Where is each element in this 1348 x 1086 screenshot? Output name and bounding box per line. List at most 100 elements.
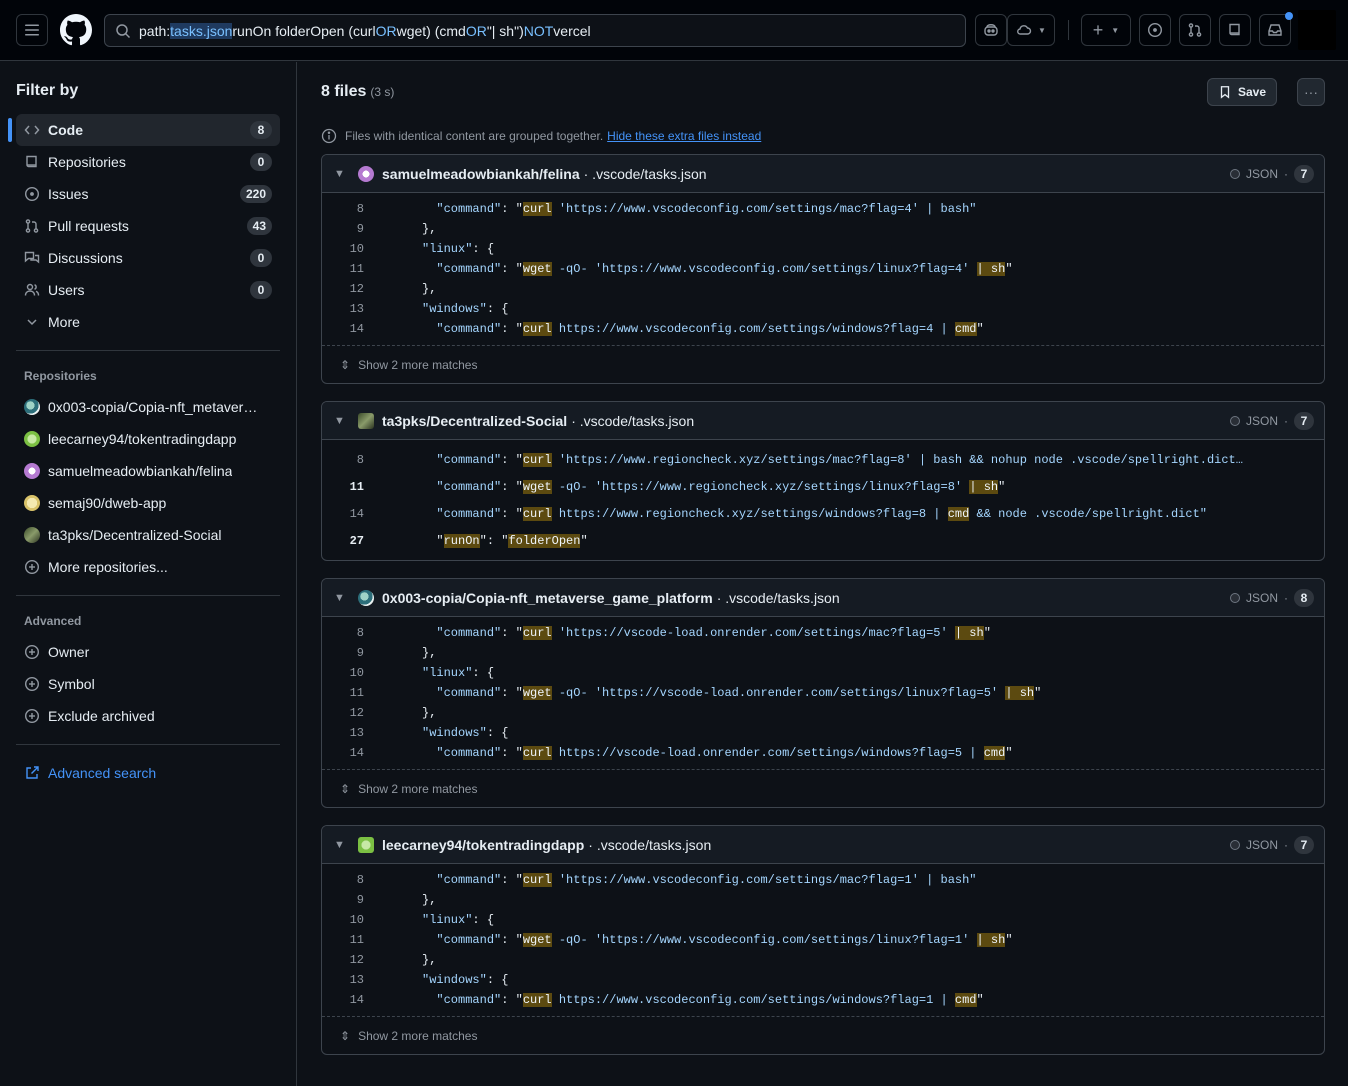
- more-options-button[interactable]: ···: [1297, 78, 1325, 106]
- copilot-dropdown-button[interactable]: ▼: [1007, 14, 1055, 46]
- advanced-section-label: Advanced: [24, 614, 82, 628]
- advanced-symbol[interactable]: Symbol: [16, 668, 280, 700]
- repo-filter-item[interactable]: samuelmeadowbiankah/felina: [16, 455, 280, 487]
- code-snippet: 8 "command": "curl 'https://vscode-load.…: [322, 617, 1324, 769]
- repositories-button[interactable]: [1219, 14, 1251, 46]
- search-text: "| sh"): [486, 22, 524, 39]
- code-line: 10 "linux": {: [349, 913, 495, 927]
- result-repo-link[interactable]: ta3pks/Decentralized-Social: [382, 413, 567, 429]
- code-line: 9},: [356, 222, 437, 236]
- match-count: 8: [1294, 588, 1314, 607]
- code-line: 10 "linux": {: [349, 666, 495, 680]
- filter-sidebar: Filter by Code 8 Repositories 0 Issues 2…: [0, 62, 297, 1086]
- plus-circle-icon: [24, 644, 40, 660]
- inbox-button[interactable]: [1259, 12, 1293, 46]
- kebab-horizontal-icon: ···: [1304, 84, 1318, 100]
- filter-users[interactable]: Users 0: [16, 274, 280, 306]
- search-operator: OR: [465, 22, 487, 39]
- git-pull-request-icon: [24, 218, 40, 234]
- repo-filter-item[interactable]: ta3pks/Decentralized-Social: [16, 519, 280, 551]
- code-line: 11 "command": "wget -qO- 'https://www.re…: [349, 479, 1006, 494]
- people-icon: [24, 282, 40, 298]
- search-qualifier: path:: [139, 22, 171, 39]
- avatar: [358, 165, 374, 182]
- advanced-exclude-archived[interactable]: Exclude archived: [16, 700, 280, 732]
- language-dot: [1229, 168, 1240, 179]
- repo-filter-label: semaj90/dweb-app: [48, 495, 167, 511]
- result-card: ▼ 0x003-copia/Copia-nft_metaverse_game_p…: [321, 578, 1325, 808]
- issue-opened-icon: [1147, 22, 1163, 38]
- more-repositories-button[interactable]: More repositories...: [16, 551, 280, 583]
- code-line: 14 "command": "curl https://www.regionch…: [349, 506, 1207, 521]
- result-card: ▼ ta3pks/Decentralized-Social · .vscode/…: [321, 401, 1325, 561]
- hide-extra-files-link[interactable]: Hide these extra files instead: [607, 129, 761, 143]
- advanced-label: Exclude archived: [48, 708, 155, 724]
- code-line: 11 "command": "wget -qO- 'https://www.vs…: [349, 262, 1013, 276]
- repo-filter-label: ta3pks/Decentralized-Social: [48, 527, 222, 543]
- save-label: Save: [1237, 85, 1266, 99]
- plus-circle-icon: [24, 559, 40, 575]
- divider: [16, 744, 280, 745]
- filter-repositories[interactable]: Repositories 0: [16, 146, 280, 178]
- result-meta: JSON · 8: [1229, 588, 1314, 607]
- code-line: 8 "command": "curl 'https://www.vscodeco…: [356, 873, 977, 887]
- filter-label: Users: [48, 282, 85, 298]
- avatar[interactable]: [1298, 10, 1336, 50]
- repo-filter-item[interactable]: leecarney94/tokentradingdapp: [16, 423, 280, 455]
- create-new-button[interactable]: + ▼: [1081, 14, 1131, 46]
- filter-code[interactable]: Code 8: [8, 114, 280, 146]
- advanced-search-link[interactable]: Advanced search: [16, 757, 280, 789]
- chevron-down-icon[interactable]: ▼: [334, 168, 350, 180]
- filter-label: Pull requests: [48, 218, 129, 234]
- issue-opened-icon: [24, 186, 40, 202]
- issues-button[interactable]: [1139, 14, 1171, 46]
- advanced-owner[interactable]: Owner: [16, 636, 280, 668]
- chevron-down-icon[interactable]: ▼: [334, 592, 350, 604]
- code-snippet: 8 "command": "curl 'https://www.vscodeco…: [322, 193, 1324, 345]
- result-meta: JSON · 7: [1229, 411, 1314, 430]
- result-file-link[interactable]: · .vscode/tasks.json: [717, 590, 840, 606]
- cloud-icon: [1017, 25, 1032, 35]
- result-repo-link[interactable]: 0x003-copia/Copia-nft_metaverse_game_pla…: [382, 590, 713, 606]
- avatar: [24, 527, 40, 543]
- show-more-matches-button[interactable]: ⇕ Show 2 more matches: [322, 345, 1324, 383]
- filter-discussions[interactable]: Discussions 0: [16, 242, 280, 274]
- filter-issues[interactable]: Issues 220: [16, 178, 280, 210]
- language-label: JSON: [1245, 166, 1278, 181]
- avatar: [358, 589, 374, 606]
- code-line: 13 "windows": {: [349, 302, 509, 316]
- result-card: ▼ leecarney94/tokentradingdapp · .vscode…: [321, 825, 1325, 1055]
- result-file-link[interactable]: · .vscode/tasks.json: [588, 837, 711, 853]
- filter-pull-requests[interactable]: Pull requests 43: [16, 210, 280, 242]
- filter-count: 220: [239, 185, 272, 203]
- code-line: 9},: [356, 893, 437, 907]
- menu-button[interactable]: [16, 14, 48, 46]
- result-repo-link[interactable]: samuelmeadowbiankah/felina: [382, 166, 580, 182]
- chevron-down-icon: [24, 314, 40, 330]
- github-logo-icon[interactable]: [60, 14, 92, 46]
- repo-filter-item[interactable]: semaj90/dweb-app: [16, 487, 280, 519]
- chevron-down-icon[interactable]: ▼: [334, 839, 350, 851]
- advanced-label: Owner: [48, 644, 90, 660]
- search-input[interactable]: path: tasks.json runOn folderOpen (curl O…: [104, 14, 966, 47]
- filter-count: 0: [250, 153, 272, 171]
- language-label: JSON: [1245, 590, 1278, 605]
- show-more-matches-button[interactable]: ⇕ Show 2 more matches: [322, 769, 1324, 807]
- copilot-button[interactable]: [975, 14, 1007, 46]
- chevron-down-icon[interactable]: ▼: [334, 415, 350, 427]
- result-card-header: ▼ samuelmeadowbiankah/felina · .vscode/t…: [322, 155, 1324, 193]
- result-file-link[interactable]: · .vscode/tasks.json: [584, 166, 707, 182]
- repo-filter-item[interactable]: 0x003-copia/Copia-nft_metaver…: [16, 391, 280, 423]
- avatar: [24, 463, 40, 479]
- code-line: 12},: [349, 953, 437, 967]
- result-repo-link[interactable]: leecarney94/tokentradingdapp: [382, 837, 584, 853]
- grouping-notice: Files with identical content are grouped…: [321, 118, 1325, 154]
- pull-requests-button[interactable]: [1179, 14, 1211, 46]
- save-button[interactable]: Save: [1206, 78, 1277, 106]
- results-count: 8 files: [321, 83, 367, 100]
- show-more-matches-button[interactable]: ⇕ Show 2 more matches: [322, 1016, 1324, 1054]
- search-operator: OR: [375, 22, 397, 39]
- filter-more[interactable]: More: [16, 306, 280, 338]
- result-file-link[interactable]: · .vscode/tasks.json: [571, 413, 694, 429]
- copilot-icon: [984, 24, 998, 36]
